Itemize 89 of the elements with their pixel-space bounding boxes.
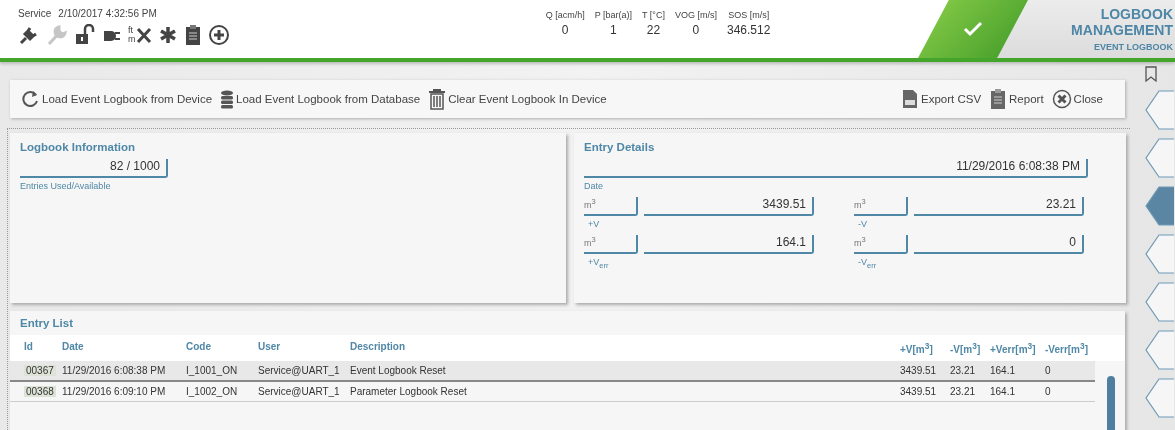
csv-file-icon — [901, 89, 919, 109]
datetime-label: 2/10/2017 4:32:56 PM — [58, 8, 157, 19]
column-header[interactable]: -V[m$^{3}$] — [950, 341, 990, 356]
page-title: LOGBOOK MANAGEMENT — [1070, 6, 1173, 38]
side-tab[interactable] — [1145, 378, 1175, 418]
table-cell-text: Service@UART_1 — [258, 365, 341, 377]
field-caption: +V — [588, 219, 601, 229]
measurement-value: 0 — [692, 23, 700, 37]
trash-icon — [428, 88, 447, 110]
card-title: Entry List — [20, 317, 75, 329]
padlock-icon[interactable] — [74, 24, 96, 46]
column-header[interactable]: -Verr[m$^{3}$] — [1045, 341, 1105, 356]
table-row[interactable]: 00368 11/29/2016 6:09:10 PM I_1002_ON Service@UART_1 Parameter Logbook Reset 3439.51 23.21 164.1 0 — [10, 382, 1095, 403]
toolbar-button[interactable]: Clear Event Logbook In Device — [426, 86, 609, 112]
field-caption: -V — [858, 219, 868, 229]
scrollbar[interactable] — [1107, 376, 1115, 430]
side-tab[interactable] — [1145, 282, 1175, 322]
date-field: 11/29/2016 6:08:38 PM — [584, 159, 1088, 178]
bookmark-icon[interactable] — [1145, 66, 1157, 82]
table-cell-text: 23.21 — [950, 386, 977, 398]
refresh-icon — [20, 89, 40, 109]
column-header[interactable]: Description — [350, 341, 900, 356]
table-cell-text: 0 — [1045, 365, 1052, 377]
measurement-label: SOS [m/s] — [728, 10, 770, 20]
field-caption: Date — [584, 181, 604, 191]
table-cell-text: Service@UART_1 — [258, 386, 341, 398]
value-field: 0 — [914, 235, 1084, 254]
table-cell-text: 3439.51 — [900, 386, 938, 398]
table-cell-text: Parameter Logbook Reset — [350, 386, 468, 398]
mode-label: Service — [18, 8, 52, 19]
toolbar-button[interactable]: Load Event Logbook from Database — [218, 86, 423, 112]
clipboard-icon — [989, 88, 1008, 110]
toolbar-button[interactable]: Report — [987, 86, 1046, 112]
table-cell-text: 3439.51 — [900, 365, 938, 377]
table-cell-text: 00367 — [24, 365, 57, 377]
unit-field: m$^{3}$ — [854, 197, 908, 216]
table-cell-text: I_1002_ON — [186, 386, 239, 398]
table-cell-text: 164.1 — [990, 365, 1017, 377]
column-header[interactable]: Code — [186, 341, 258, 356]
toolbar-button[interactable]: Close — [1049, 86, 1105, 112]
entries-field: 82 / 1000 — [20, 159, 168, 178]
side-tab[interactable] — [1145, 138, 1175, 178]
measurement-value: 1 — [610, 23, 617, 37]
column-header[interactable]: +V[m$^{3}$] — [900, 341, 950, 356]
asterisk-icon[interactable] — [157, 24, 178, 46]
table-cell-text: 00368 — [24, 386, 57, 398]
side-tab[interactable] — [1145, 186, 1175, 226]
table-cell-text: 11/29/2016 6:08:38 PM — [62, 365, 167, 377]
field-caption: +V$_{err}$ — [588, 257, 610, 270]
column-header[interactable]: +Verr[m$^{3}$] — [990, 341, 1045, 356]
table-cell-text: Event Logbook Reset — [350, 365, 447, 377]
side-tab[interactable] — [1145, 234, 1175, 274]
measurement-value: 0 — [561, 23, 569, 37]
field-caption: -V$_{err}$ — [858, 257, 878, 270]
value-field: 23.21 — [914, 197, 1084, 216]
value-field: 3439.51 — [644, 197, 814, 216]
card-title: Entry Details — [584, 141, 656, 153]
table-cell-text: 11/29/2016 6:09:10 PM — [62, 386, 167, 398]
value-field: 164.1 — [644, 235, 814, 254]
page-subtitle: EVENT LOGBOOK — [1094, 42, 1173, 52]
clipboard-icon[interactable] — [183, 24, 202, 46]
column-header[interactable]: Date — [62, 341, 186, 356]
database-icon — [220, 89, 235, 109]
measurement-label: Q [acm/h] — [545, 10, 585, 20]
measurement-label: VOG [m/s] — [674, 10, 717, 20]
table-row[interactable]: 00367 11/29/2016 6:08:38 PM I_1001_ON Service@UART_1 Event Logbook Reset 3439.51 23.21 164.1 0 — [10, 361, 1095, 383]
column-header[interactable]: User — [258, 341, 350, 356]
card-title: Logbook Information — [20, 141, 136, 153]
toolbar-button[interactable]: Export CSV — [899, 86, 984, 112]
measurement-label: P [bar(a)] — [594, 10, 632, 20]
unit-field: m$^{3}$ — [854, 235, 908, 254]
toolbar-button[interactable]: Load Event Logbook from Device — [18, 86, 215, 112]
unit-field: m$^{3}$ — [584, 235, 638, 254]
check-icon — [963, 21, 983, 37]
table-cell-text: 23.21 — [950, 365, 977, 377]
close-icon — [1051, 89, 1072, 109]
column-header[interactable]: Id — [24, 341, 62, 356]
table-cell-text: 0 — [1045, 386, 1052, 398]
side-tab[interactable] — [1145, 330, 1175, 370]
table-cell-text: 164.1 — [990, 386, 1017, 398]
plus-circle-icon[interactable] — [207, 24, 230, 46]
table-cell-text: I_1001_ON — [186, 365, 239, 377]
units-button[interactable]: ft m — [128, 26, 152, 44]
field-caption: Entries Used/Available — [20, 181, 112, 191]
measurement-label: T [°C] — [642, 10, 665, 20]
unit-field: m$^{3}$ — [584, 197, 638, 216]
side-tab[interactable] — [1145, 90, 1175, 130]
measurement-value: 346.512 — [726, 23, 771, 37]
measurement-value: 22 — [646, 23, 661, 37]
